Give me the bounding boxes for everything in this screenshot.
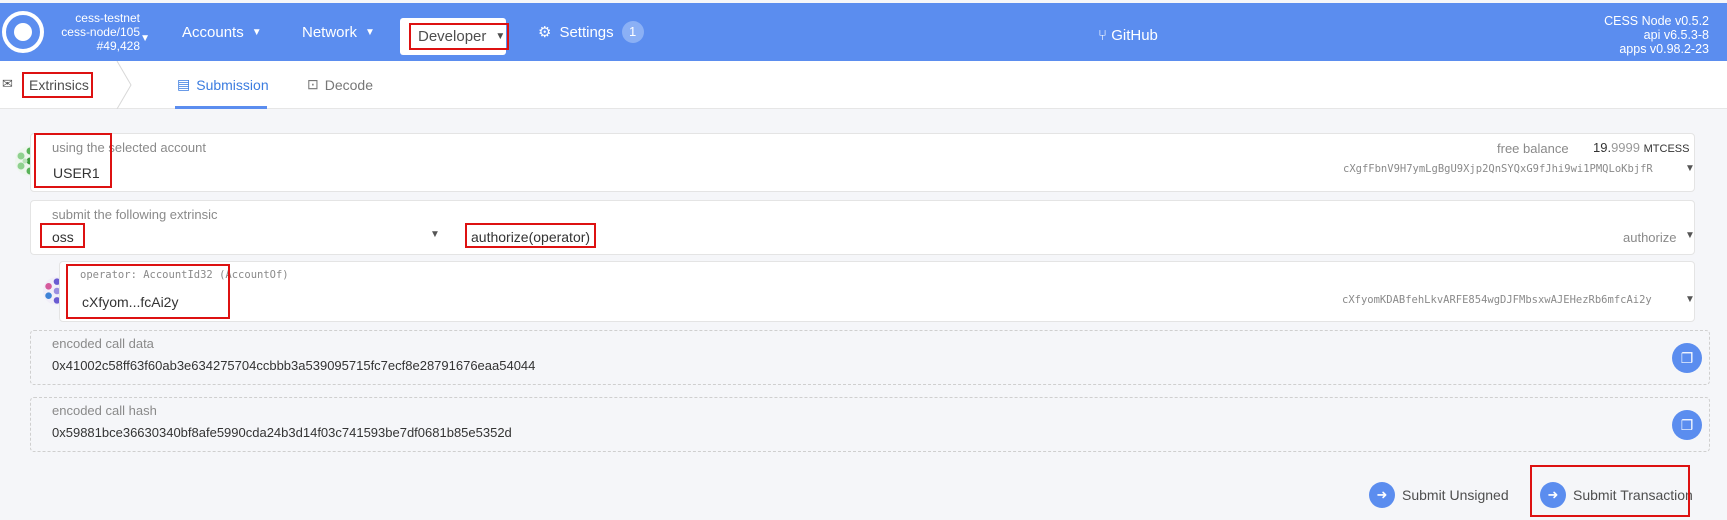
github-label: GitHub — [1111, 27, 1158, 44]
nav-developer[interactable]: Developer ▼ — [400, 18, 509, 55]
github-link[interactable]: ⑂ GitHub — [1098, 27, 1158, 44]
lock-icon: ⊡ — [307, 76, 319, 92]
tab-decode[interactable]: ⊡ Decode — [307, 76, 373, 93]
chain-logo-icon[interactable] — [2, 11, 44, 53]
chain-selector[interactable]: cess-testnet cess-node/105 #49,428 ▼ — [48, 11, 150, 53]
chevron-down-icon: ▼ — [1685, 294, 1695, 305]
breadcrumb-divider — [116, 61, 132, 109]
operator-param[interactable]: operator: AccountId32 (AccountOf) cXfyom… — [59, 261, 1695, 322]
envelope-icon: ✉ — [2, 76, 13, 91]
extrinsic-label: submit the following extrinsic — [52, 207, 218, 222]
section-title: Extrinsics — [22, 72, 93, 98]
settings-badge: 1 — [621, 21, 644, 43]
copy-icon[interactable]: ❐ — [1672, 410, 1702, 440]
balance-label: free balance — [1497, 141, 1569, 156]
submit-unsigned-label: Submit Unsigned — [1402, 487, 1509, 503]
tab-submission[interactable]: ▤ Submission — [177, 76, 269, 93]
submit-unsigned-button[interactable]: ➜ Submit Unsigned — [1369, 482, 1509, 508]
nav-settings-label: Settings — [559, 23, 614, 41]
chevron-down-icon: ▼ — [1685, 163, 1695, 174]
sign-in-icon: ➜ — [1369, 482, 1395, 508]
nav-developer-label: Developer — [418, 28, 487, 45]
balance-value: 19.9999 MTCESS — [1593, 140, 1690, 155]
gears-icon: ⚙ — [538, 24, 552, 41]
api-version: api v6.5.3-8 — [1643, 28, 1709, 42]
operator-address: cXfyomKDABfehLkvARFE854wgDJFMbsxwAJEHezR… — [1342, 294, 1652, 306]
active-tab-indicator — [175, 106, 267, 109]
highlight-operator — [66, 264, 230, 319]
nav-accounts[interactable]: Accounts ▼ — [182, 24, 262, 41]
account-selector[interactable]: using the selected account USER1 free ba… — [30, 133, 1695, 192]
chevron-down-icon: ▼ — [140, 33, 150, 44]
encoded-data-value: 0x41002c58ff63f60ab3e634275704ccbbb3a539… — [52, 358, 536, 373]
highlight-submit — [1530, 465, 1690, 517]
nav-network[interactable]: Network ▼ — [302, 24, 375, 41]
copy-icon[interactable]: ❐ — [1672, 343, 1702, 373]
chevron-down-icon: ▼ — [251, 27, 262, 38]
tab-submission-label: Submission — [196, 76, 269, 93]
nav-accounts-label: Accounts — [182, 24, 244, 41]
encoded-call-hash: encoded call hash 0x59881bce36630340bf8a… — [30, 397, 1710, 452]
extrinsic-selector: submit the following extrinsic oss ▼ aut… — [30, 200, 1695, 255]
top-navbar: cess-testnet cess-node/105 #49,428 ▼ Acc… — [0, 3, 1727, 61]
highlight-call — [465, 223, 596, 248]
apps-version: apps v0.98.2-23 — [1619, 42, 1709, 56]
encoded-call-data: encoded call data 0x41002c58ff63f60ab3e6… — [30, 330, 1710, 385]
chevron-down-icon: ▼ — [1685, 230, 1695, 241]
sub-navbar: ✉ Extrinsics ▤ Submission ⊡ Decode — [0, 61, 1727, 109]
version-info: CESS Node v0.5.2 api v6.5.3-8 apps v0.98… — [1604, 14, 1709, 56]
encoded-data-label: encoded call data — [52, 336, 154, 351]
call-name: authorize — [1623, 230, 1677, 245]
highlight-pallet — [40, 223, 85, 248]
code-branch-icon: ⑂ — [1098, 27, 1108, 44]
node-name: cess-node/105 — [61, 25, 140, 39]
form-icon: ▤ — [177, 76, 191, 92]
encoded-hash-label: encoded call hash — [52, 403, 157, 418]
encoded-hash-value: 0x59881bce36630340bf8afe5990cda24b3d14f0… — [52, 425, 512, 440]
chain-name: cess-testnet — [75, 11, 140, 25]
tab-decode-label: Decode — [324, 76, 373, 93]
nav-network-label: Network — [302, 24, 358, 41]
chevron-down-icon: ▼ — [430, 229, 440, 240]
node-version: CESS Node v0.5.2 — [1604, 14, 1709, 28]
chevron-down-icon: ▼ — [365, 27, 375, 38]
chevron-down-icon: ▼ — [495, 31, 506, 42]
account-address: cXgfFbnV9H7ymLgBgU9Xjp2QnSYQxG9fJhi9wi1P… — [1343, 163, 1653, 175]
block-number: #49,428 — [96, 39, 140, 53]
nav-settings[interactable]: ⚙ Settings 1 — [538, 21, 644, 43]
highlight-account — [34, 133, 112, 188]
